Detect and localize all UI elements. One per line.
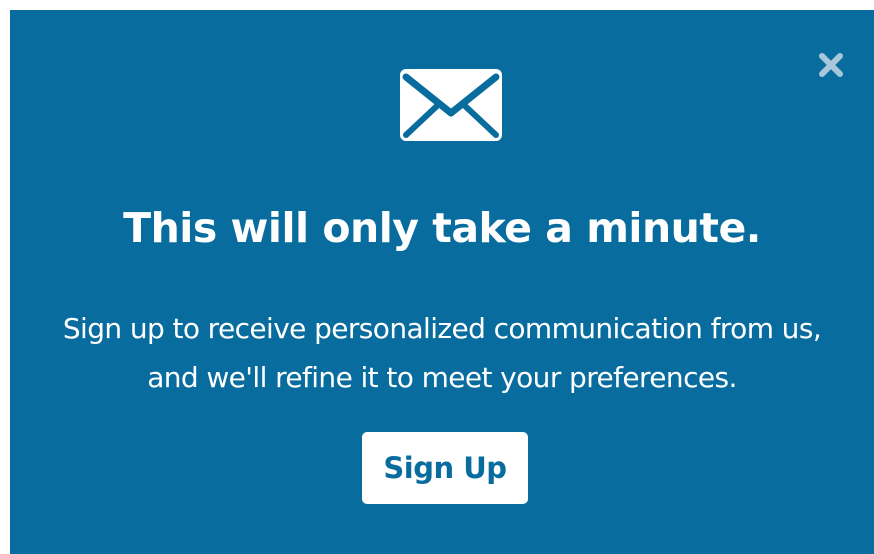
modal-description: Sign up to receive personalized communic… [62, 312, 822, 394]
sign-up-button[interactable]: Sign Up [362, 432, 528, 504]
close-x-icon [819, 53, 843, 77]
signup-modal: This will only take a minute. Sign up to… [10, 10, 874, 554]
close-button[interactable] [816, 50, 846, 80]
envelope-icon [400, 69, 502, 141]
modal-title: This will only take a minute. [123, 204, 761, 252]
